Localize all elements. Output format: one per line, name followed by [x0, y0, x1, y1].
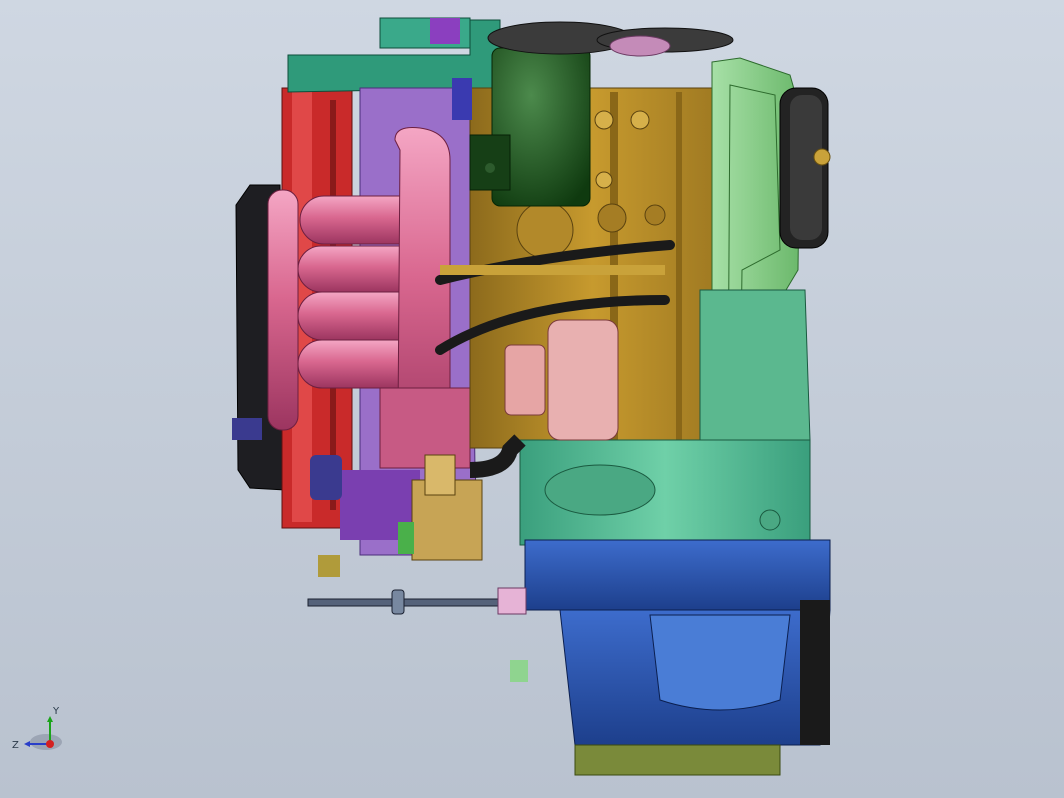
crank-pulley[interactable]	[487, 21, 734, 57]
coordinate-triad: Y Z	[12, 706, 62, 751]
oil-pan[interactable]	[524, 539, 831, 776]
z-axis-label: Z	[12, 740, 19, 751]
x-axis-point	[46, 740, 54, 748]
engine-mount-bracket[interactable]	[779, 87, 831, 249]
graphics-viewport[interactable]: Y Z	[0, 0, 1064, 798]
oil-dipstick[interactable]	[307, 587, 527, 615]
engine-assembly-model[interactable]	[0, 0, 1064, 798]
y-axis-label: Y	[52, 706, 60, 717]
